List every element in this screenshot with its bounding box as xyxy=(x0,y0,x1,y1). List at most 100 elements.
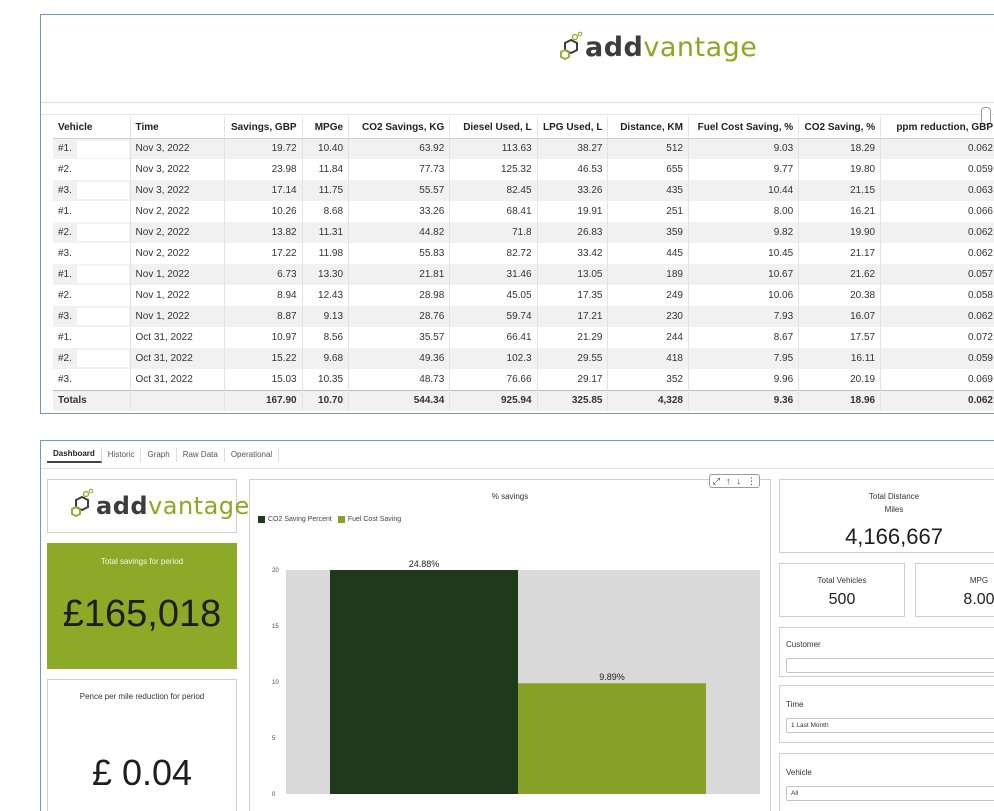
cell-savings: 13.82 xyxy=(224,222,303,243)
cell-distance-text: 251 xyxy=(666,206,683,217)
table-row[interactable]: #1. Nov 2, 2022 10.26 8.68 33.26 68.41 19.91 25… xyxy=(53,201,994,222)
cell-diesel: 102.3 xyxy=(449,348,538,369)
cell-co2-savings: 77.73 xyxy=(348,159,451,180)
cell-fuel-cost-saving: 10.45 xyxy=(688,243,800,264)
totals-cell: 544.34 xyxy=(348,389,451,411)
tab-graph[interactable]: Graph xyxy=(141,447,177,462)
cell-co2-saving-pct: 16.21 xyxy=(798,201,882,222)
cell-fuel-cost-saving: 8.00 xyxy=(688,201,800,222)
legend-item-fuel[interactable]: Fuel Cost Saving xyxy=(337,516,401,523)
table-row[interactable]: #1. Oct 31, 2022 10.97 8.56 35.57 66.41 21.29 2… xyxy=(53,327,994,348)
tab-raw-data[interactable]: Raw Data xyxy=(177,447,225,462)
cell-mpge-text: 13.30 xyxy=(318,269,344,280)
table-row[interactable]: #1. Nov 1, 2022 6.73 13.30 21.81 31.46 13.05 18… xyxy=(53,264,994,285)
cell-fuel-cost-saving: 9.96 xyxy=(688,369,800,390)
bar-co2-saving[interactable] xyxy=(330,570,518,794)
tab-operational[interactable]: Operational xyxy=(225,447,280,462)
cell-fuel-cost-saving: 8.67 xyxy=(688,327,800,348)
tab-historic[interactable]: Historic xyxy=(102,447,142,462)
cell-time: Nov 2, 2022 xyxy=(130,222,225,243)
total-vehicles-card: Total Vehicles 500 xyxy=(779,563,905,617)
cell-savings-text: 6.73 xyxy=(277,269,297,280)
cell-ppm-reduction-text: 0.059 xyxy=(967,353,993,364)
expand-icon[interactable]: ⤢ xyxy=(710,475,723,487)
header-lpg-used[interactable]: LPG Used, L xyxy=(537,117,609,139)
legend-swatch-co2 xyxy=(258,516,265,523)
cell-diesel: 82.72 xyxy=(449,243,538,264)
cell-co2-savings: 44.82 xyxy=(348,222,451,243)
cell-mpge: 8.56 xyxy=(302,327,350,348)
legend-item-co2[interactable]: CO2 Saving Percent xyxy=(258,516,332,523)
bar-fuel-cost-saving[interactable] xyxy=(518,683,706,794)
header-diesel-used[interactable]: Diesel Used, L xyxy=(449,117,538,139)
table-row[interactable]: #2. Nov 3, 2022 23.98 11.84 77.73 125.32 46.53… xyxy=(53,159,994,180)
time-filter-select[interactable]: 1 Last Month xyxy=(786,718,994,733)
cell-diesel-text: 113.63 xyxy=(501,143,532,155)
cell-time: Nov 2, 2022 xyxy=(130,201,225,222)
header-savings[interactable]: Savings, GBP xyxy=(224,117,303,139)
header-fuel-cost-saving[interactable]: Fuel Cost Saving, % xyxy=(688,117,800,139)
more-menu-icon[interactable]: ⋮ xyxy=(744,475,759,487)
cell-lpg-text: 38.27 xyxy=(577,143,603,155)
table-row[interactable]: #1. Nov 3, 2022 19.72 10.40 63.92 113.63 38.27… xyxy=(53,138,994,159)
cell-co2-saving-pct: 20.19 xyxy=(798,369,882,390)
header-ppm-reduction[interactable]: ppm reduction, GBP xyxy=(880,117,994,139)
total-vehicles-label: Total Vehicles xyxy=(817,576,867,585)
header-time[interactable]: Time xyxy=(130,117,225,139)
customer-filter-input[interactable] xyxy=(786,658,994,673)
cell-vehicle-text: #1. xyxy=(58,332,72,343)
cell-fuel-cost-saving-text: 9.03 xyxy=(773,143,794,155)
cell-diesel: 76.66 xyxy=(449,369,538,390)
cell-mpge-text: 12.43 xyxy=(318,290,344,301)
cell-lpg-text: 17.21 xyxy=(577,311,603,322)
cell-distance-text: 230 xyxy=(666,311,683,322)
table-row[interactable]: #3. Oct 31, 2022 15.03 10.35 48.73 76.66 29.17… xyxy=(53,369,994,390)
time-filter-label: Time xyxy=(786,700,804,709)
tab-dashboard[interactable]: Dashboard xyxy=(47,446,102,463)
cell-diesel: 125.32 xyxy=(449,159,538,180)
cell-vehicle-text: #3. xyxy=(58,373,72,385)
cell-savings-text: 15.03 xyxy=(271,373,297,385)
cell-lpg: 33.42 xyxy=(537,243,609,264)
cell-co2-savings-text: 35.57 xyxy=(419,332,445,343)
cell-co2-saving-pct-text: 21.62 xyxy=(850,269,876,280)
totals-cell: 18.96 xyxy=(798,389,882,411)
y-tick-label: 20 xyxy=(272,568,279,574)
cell-savings: 23.98 xyxy=(224,159,303,180)
cell-vehicle-text: #3. xyxy=(58,311,72,322)
cell-diesel-text: 45.05 xyxy=(506,290,532,301)
table-row[interactable]: #3. Nov 1, 2022 8.87 9.13 28.76 59.74 17.21 230… xyxy=(53,306,994,327)
header-distance[interactable]: Distance, KM xyxy=(607,117,689,139)
cell-fuel-cost-saving-text: 9.82 xyxy=(773,227,794,238)
header-co2-saving-pct[interactable]: CO2 Saving, % xyxy=(798,117,882,139)
totals-cell: 925.94 xyxy=(449,389,538,411)
logo-word-vantage: vantage xyxy=(148,492,250,520)
cell-co2-savings-text: 21.81 xyxy=(419,269,445,280)
header-mpge[interactable]: MPGe xyxy=(302,117,350,139)
cell-lpg-text: 21.29 xyxy=(577,332,603,343)
arrow-up-icon[interactable]: ↑ xyxy=(723,475,734,487)
table-row[interactable]: #3. Nov 2, 2022 17.22 11.98 55.83 82.72 33.42 4… xyxy=(53,243,994,264)
pence-per-mile-value: £ 0.04 xyxy=(91,752,193,793)
cell-savings: 19.72 xyxy=(224,138,303,159)
cell-ppm-reduction: 0.059 xyxy=(880,159,994,180)
cell-ppm-reduction-text: 0.072 xyxy=(967,332,993,343)
totals-cell xyxy=(130,389,225,411)
table-row[interactable]: #2. Oct 31, 2022 15.22 9.68 49.36 102.3 29.55 4… xyxy=(53,348,994,369)
cell-mpge-text: 10.35 xyxy=(318,373,344,385)
vehicle-filter-select[interactable]: All xyxy=(786,786,994,801)
header-co2-savings[interactable]: CO2 Savings, KG xyxy=(348,117,451,139)
total-distance-card: Total Distance Miles 4,166,667 xyxy=(779,479,994,553)
header-vehicle[interactable]: Vehicle xyxy=(53,117,131,139)
table-row[interactable]: #2. Nov 1, 2022 8.94 12.43 28.98 45.05 17.35 24… xyxy=(53,285,994,306)
addvantage-logo: addvantage xyxy=(555,31,757,61)
pence-per-mile-card: Pence per mile reduction for period £ 0.… xyxy=(47,679,237,811)
cell-co2-savings-text: 44.82 xyxy=(419,227,445,238)
arrow-down-icon[interactable]: ↓ xyxy=(734,475,745,487)
table-row[interactable]: #3. Nov 3, 2022 17.14 11.75 55.57 82.45 33.26 4… xyxy=(53,180,994,201)
cell-vehicle: #3. xyxy=(53,306,131,327)
table-row[interactable]: #2. Nov 2, 2022 13.82 11.31 44.82 71.8 26.83 35… xyxy=(53,222,994,243)
totals-cell: 9.36 xyxy=(688,389,800,411)
redacted-vehicle-id xyxy=(77,287,129,304)
cell-mpge: 11.98 xyxy=(302,243,350,264)
